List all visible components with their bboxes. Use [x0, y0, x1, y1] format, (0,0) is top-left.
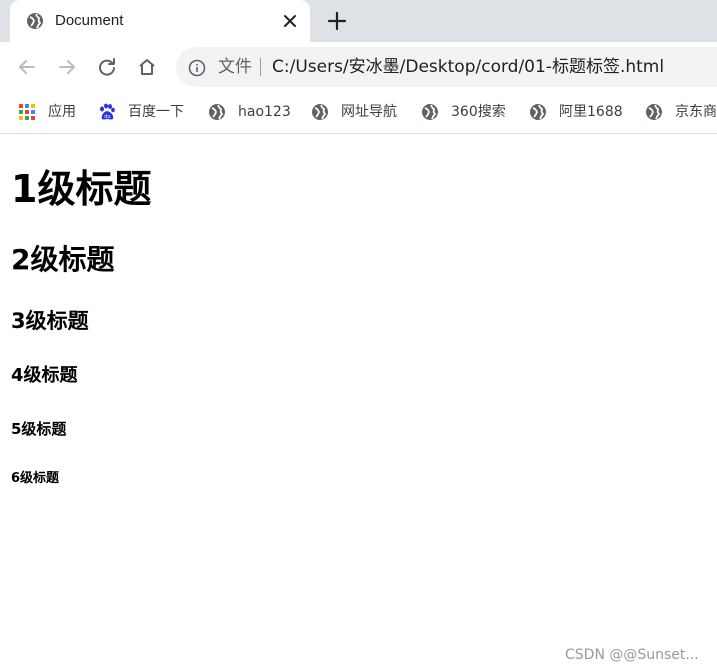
bookmarks-bar: 应用 du 百度一下 hao123 网址导航 360搜索 阿里1688 京东商	[0, 92, 717, 134]
bookmark-label: 京东商	[675, 104, 717, 120]
heading-1: 1级标题	[11, 167, 152, 211]
bookmark-label: 阿里1688	[559, 104, 623, 120]
globe-icon	[646, 104, 662, 120]
heading-5: 5级标题	[11, 420, 67, 438]
bookmark-label: 百度一下	[128, 104, 184, 120]
bookmark-label: hao123	[238, 104, 291, 120]
url-text[interactable]: C:/Users/安冰墨/Desktop/cord/01-标题标签.html	[272, 56, 664, 78]
toolbar: 文件 C:/Users/安冰墨/Desktop/cord/01-标题标签.htm…	[0, 42, 717, 92]
tab-title: Document	[55, 12, 124, 29]
close-icon[interactable]	[280, 11, 300, 31]
reload-icon[interactable]	[96, 56, 118, 78]
svg-text:du: du	[104, 114, 110, 120]
baidu-paw-icon: du	[100, 103, 115, 120]
globe-icon	[422, 104, 438, 120]
tab-document[interactable]: Document	[10, 0, 310, 42]
heading-6: 6级标题	[11, 471, 60, 486]
bookmark-label: 360搜索	[451, 104, 506, 120]
bookmark-label: 应用	[48, 104, 76, 120]
scheme-label: 文件	[218, 57, 252, 77]
globe-icon	[312, 104, 328, 120]
bookmark-label: 网址导航	[341, 104, 397, 120]
heading-2: 2级标题	[11, 243, 115, 276]
new-tab-icon[interactable]	[326, 10, 348, 32]
divider	[260, 58, 261, 76]
address-bar[interactable]: 文件 C:/Users/安冰墨/Desktop/cord/01-标题标签.htm…	[176, 47, 717, 87]
globe-icon	[530, 104, 546, 120]
back-arrow-icon[interactable]	[16, 56, 38, 78]
browser-window: Document 文件 C:/Users/安冰墨/Desktop/cord/01…	[0, 0, 717, 671]
globe-icon	[27, 13, 43, 29]
apps-grid-icon	[19, 104, 35, 120]
home-icon[interactable]	[136, 56, 158, 78]
heading-4: 4级标题	[11, 365, 78, 386]
heading-3: 3级标题	[11, 309, 89, 333]
forward-arrow-icon[interactable]	[56, 56, 78, 78]
globe-icon	[209, 104, 225, 120]
tab-strip: Document	[0, 0, 717, 42]
info-icon[interactable]	[188, 59, 206, 77]
watermark: CSDN @@Sunset...	[565, 647, 699, 663]
